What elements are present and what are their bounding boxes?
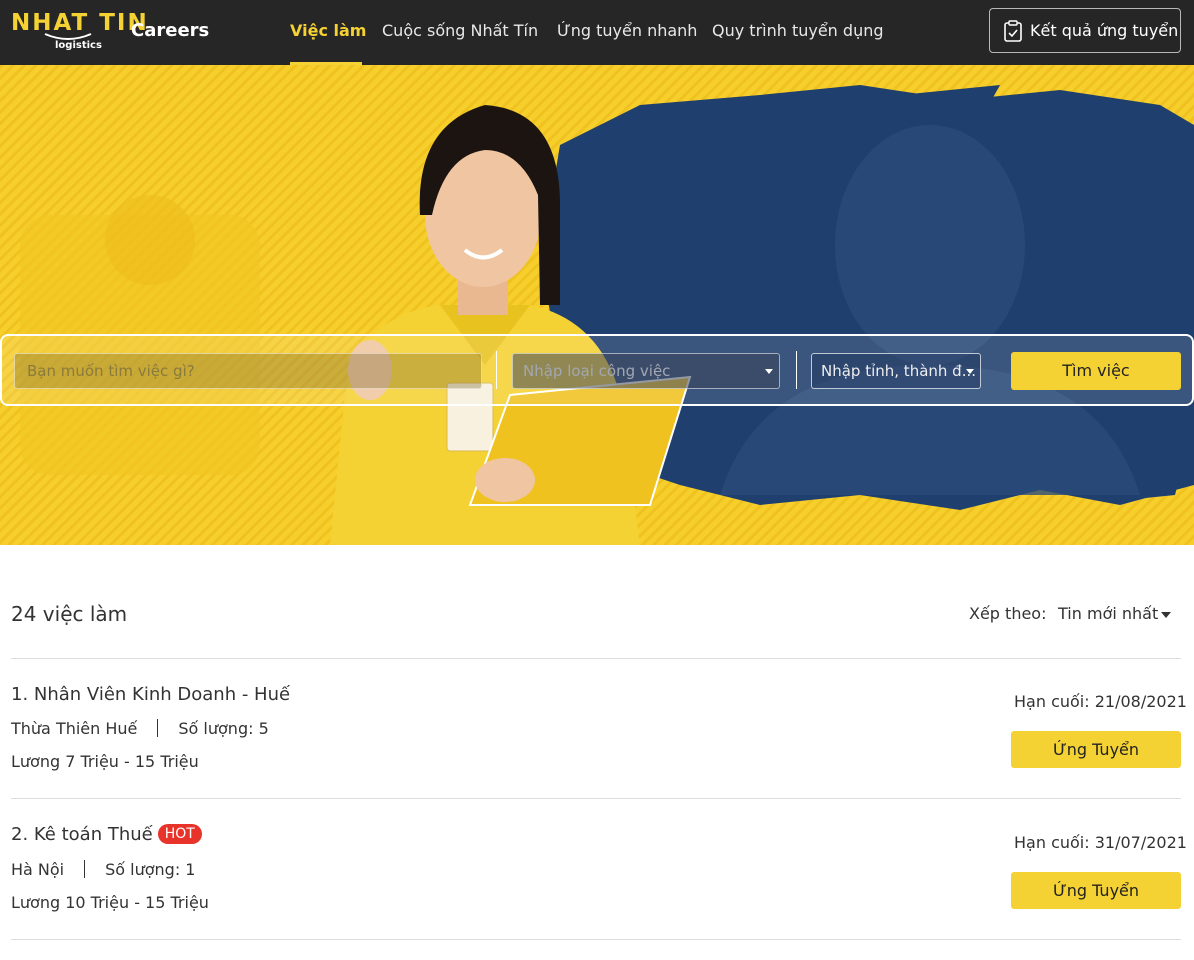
- application-results-button[interactable]: Kết quả ứng tuyển: [989, 8, 1181, 53]
- job-title-row: 2. Kê toán Thuế HOT: [11, 824, 202, 845]
- job-salary: Lương 7 Triệu - 15 Triệu: [11, 752, 199, 771]
- job-title[interactable]: 1. Nhân Viên Kinh Doanh - Huế: [11, 684, 290, 705]
- caret-down-icon: [1161, 611, 1172, 618]
- job-salary: Lương 10 Triệu - 15 Triệu: [11, 893, 209, 912]
- meta-separator: [84, 860, 86, 878]
- search-jobs-button[interactable]: Tìm việc: [1011, 352, 1181, 390]
- apply-button[interactable]: Ứng Tuyển: [1011, 731, 1181, 768]
- divider: [11, 939, 1181, 940]
- job-type-select[interactable]: Nhập loại công việc: [512, 353, 780, 389]
- location-placeholder: Nhập tỉnh, thành đ...: [821, 362, 976, 380]
- nhat-tin-logo[interactable]: NHAT TIN logistics: [11, 9, 147, 53]
- sort-label: Xếp theo:: [969, 604, 1047, 623]
- job-meta: Thừa Thiên Huế Số lượng: 5: [11, 719, 269, 738]
- nav-jobs[interactable]: Việc làm: [290, 0, 366, 65]
- chevron-down-icon: [765, 369, 773, 374]
- job-quantity: Số lượng: 5: [178, 719, 269, 738]
- sort-dropdown[interactable]: Tin mới nhất: [1058, 604, 1172, 623]
- hot-badge: HOT: [157, 824, 202, 844]
- job-location: Hà Nội: [11, 860, 65, 879]
- nav-life-at-nhat-tin[interactable]: Cuộc sống Nhất Tín: [382, 0, 538, 65]
- top-navigation-bar: NHAT TIN logistics Careers Việc làm Cuộc…: [0, 0, 1194, 65]
- meta-separator: [157, 719, 159, 737]
- location-select[interactable]: Nhập tỉnh, thành đ...: [811, 353, 981, 389]
- chevron-down-icon: [966, 369, 974, 374]
- job-search-bar: Bạn muốn tìm việc gì? Nhập loại công việ…: [0, 334, 1194, 406]
- clipboard-check-icon: [1004, 20, 1022, 42]
- divider: [11, 658, 1181, 659]
- nav-quick-apply[interactable]: Ứng tuyển nhanh: [557, 0, 697, 65]
- hero-banner: Bạn muốn tìm việc gì? Nhập loại công việ…: [0, 65, 1194, 545]
- search-divider: [496, 351, 497, 389]
- nav-recruitment-process[interactable]: Quy trình tuyển dụng: [712, 0, 884, 65]
- apply-button[interactable]: Ứng Tuyển: [1011, 872, 1181, 909]
- application-results-label: Kết quả ứng tuyển: [1030, 21, 1179, 40]
- job-location: Thừa Thiên Huế: [11, 719, 138, 738]
- logo-subtitle: logistics: [55, 40, 102, 51]
- search-divider: [796, 351, 797, 389]
- job-count: 24 việc làm: [11, 602, 128, 626]
- careers-label: Careers: [131, 20, 210, 41]
- job-meta: Hà Nội Số lượng: 1: [11, 860, 195, 879]
- sort-value: Tin mới nhất: [1058, 604, 1159, 623]
- job-quantity: Số lượng: 1: [105, 860, 196, 879]
- job-deadline: Hạn cuối: 31/07/2021: [1014, 833, 1187, 852]
- job-deadline: Hạn cuối: 21/08/2021: [1014, 692, 1187, 711]
- job-type-placeholder: Nhập loại công việc: [523, 362, 671, 380]
- job-title[interactable]: 2. Kê toán Thuế: [11, 824, 153, 845]
- hero-illustration: [0, 65, 1194, 545]
- divider: [11, 798, 1181, 799]
- keyword-search-input[interactable]: Bạn muốn tìm việc gì?: [14, 353, 482, 389]
